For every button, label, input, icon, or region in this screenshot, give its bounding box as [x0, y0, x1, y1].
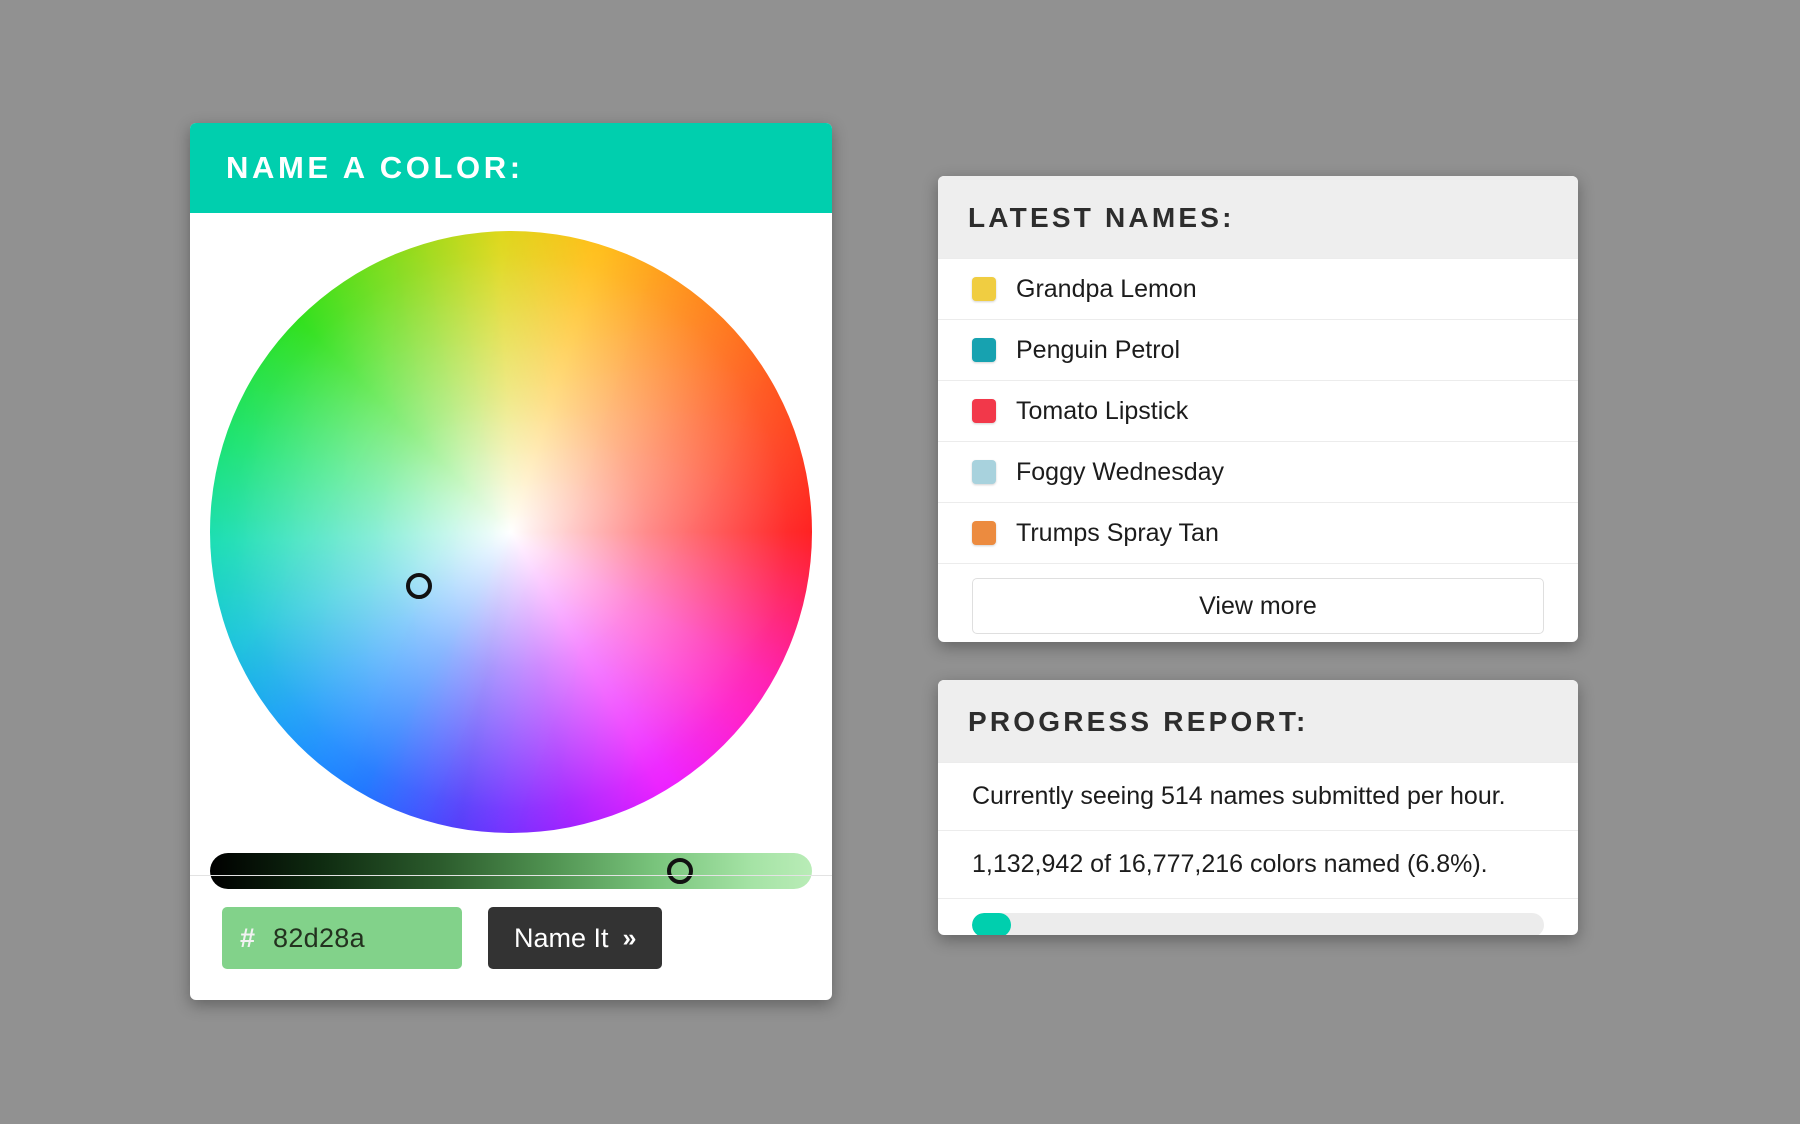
hex-input[interactable]: # 82d28a: [222, 907, 462, 969]
progress-report-title: PROGRESS REPORT:: [968, 706, 1309, 737]
latest-names-card: LATEST NAMES: Grandpa Lemon Penguin Petro…: [938, 176, 1578, 642]
progress-report-card: PROGRESS REPORT: Currently seeing 514 na…: [938, 680, 1578, 935]
picker-header-title: NAME A COLOR:: [226, 150, 524, 185]
color-wheel-wrap: [210, 231, 812, 833]
submission-rate-text: Currently seeing 514 names submitted per…: [938, 762, 1578, 830]
color-name-label: Tomato Lipstick: [1016, 396, 1189, 425]
color-picker-card: NAME A COLOR: # 82d28a Name It »: [190, 123, 832, 1000]
progress-report-header: PROGRESS REPORT:: [938, 680, 1578, 762]
color-swatch-icon: [972, 460, 996, 484]
list-item[interactable]: Trumps Spray Tan: [938, 502, 1578, 563]
list-item[interactable]: Penguin Petrol: [938, 319, 1578, 380]
double-chevron-right-icon: »: [622, 923, 637, 952]
picker-body: [190, 213, 832, 913]
progress-bar-wrap: [938, 898, 1578, 935]
view-more-wrap: View more: [938, 563, 1578, 642]
latest-names-list: Grandpa Lemon Penguin Petrol Tomato Lipsti…: [938, 258, 1578, 563]
color-name-label: Penguin Petrol: [1016, 335, 1181, 364]
progress-bar-fill: [972, 913, 1011, 935]
color-swatch-icon: [972, 399, 996, 423]
color-swatch-icon: [972, 277, 996, 301]
color-swatch-icon: [972, 338, 996, 362]
picker-header: NAME A COLOR:: [190, 123, 832, 213]
color-name-label: Foggy Wednesday: [1016, 457, 1224, 486]
color-name-label: Grandpa Lemon: [1016, 274, 1197, 303]
color-name-label: Trumps Spray Tan: [1016, 518, 1219, 547]
name-it-button[interactable]: Name It »: [488, 907, 663, 969]
color-swatch-icon: [972, 521, 996, 545]
list-item[interactable]: Tomato Lipstick: [938, 380, 1578, 441]
hash-icon: #: [240, 922, 256, 953]
latest-names-header: LATEST NAMES:: [938, 176, 1578, 258]
latest-names-title: LATEST NAMES:: [968, 202, 1235, 233]
view-more-button[interactable]: View more: [972, 578, 1544, 634]
list-item[interactable]: Grandpa Lemon: [938, 258, 1578, 319]
list-item[interactable]: Foggy Wednesday: [938, 441, 1578, 502]
color-wheel-icon[interactable]: [210, 231, 812, 833]
picker-footer: # 82d28a Name It »: [190, 875, 832, 1000]
name-it-button-label: Name It: [514, 922, 609, 953]
hex-input-value: 82d28a: [273, 922, 365, 953]
color-wheel-marker-icon[interactable]: [406, 573, 433, 600]
progress-bar-track[interactable]: [972, 913, 1544, 935]
named-count-text: 1,132,942 of 16,777,216 colors named (6.…: [938, 830, 1578, 898]
